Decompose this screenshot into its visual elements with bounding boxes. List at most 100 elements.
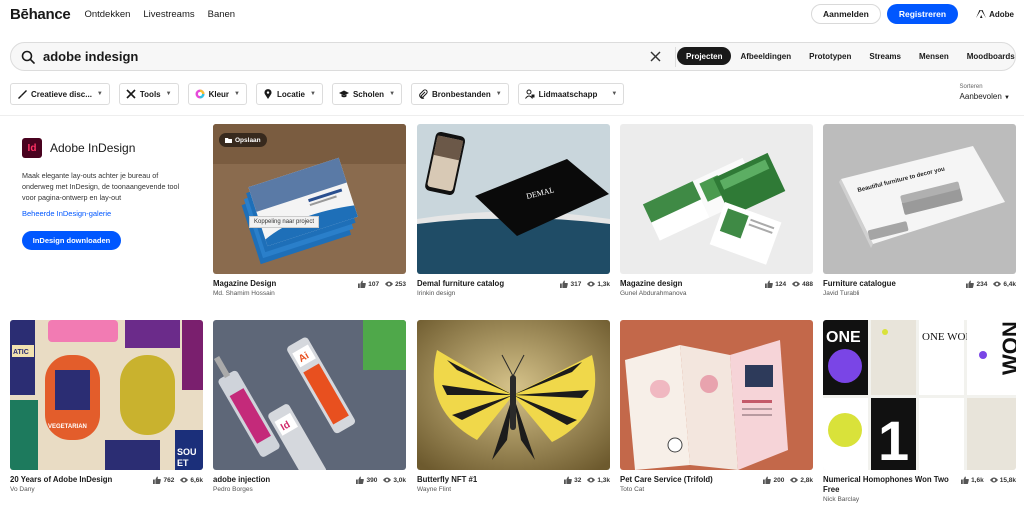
project-card[interactable]: Ai Id adobe injection Pedro Borges 390 3… [213,320,406,499]
view-count: 15,8k [999,476,1016,484]
top-nav: Bēhance Ontdekken Livestreams Banen Aanm… [0,0,1024,28]
project-title[interactable]: adobe injection [213,475,343,485]
chevron-down-icon: ▼ [310,91,316,97]
thumbs-up-icon [560,280,569,288]
download-indesign-button[interactable]: InDesign downloaden [22,231,121,250]
project-owner[interactable]: Javid Turabli [823,290,1016,297]
nav-link-livestreams[interactable]: Livestreams [143,9,194,20]
project-title[interactable]: Magazine design [620,279,750,289]
butterfly-image [417,320,610,470]
card-meta: Magazine Design Md. Shamim Hossain 107 2… [213,279,406,303]
project-title[interactable]: Furniture catalogue [823,279,953,289]
project-card[interactable]: ATIC VEGETARIAN SOU ET 20 Years of Adobe… [10,320,203,499]
project-title[interactable]: Numerical Homophones Won Two Free [823,475,953,495]
project-thumbnail[interactable] [620,124,813,274]
save-button[interactable]: Opslaan [219,133,267,147]
view-count: 3,0k [393,476,406,484]
eye-icon [180,477,189,483]
filter-bar: Creatieve disc... ▼ Tools ▼ Kleur ▼ Locatie… [10,83,633,105]
like-count: 762 [163,476,175,484]
view-count: 1,3k [597,476,610,484]
chevron-down-icon: ▼ [1004,95,1010,101]
trifold-brochure-image [620,320,813,470]
project-thumbnail[interactable]: ATIC VEGETARIAN SOU ET [10,320,203,470]
behance-logo[interactable]: Bēhance [10,6,71,23]
project-thumbnail[interactable]: DEMAL [417,124,610,274]
eye-icon [989,477,998,483]
card-meta: Butterfly NFT #1 Wayne Flint 32 1,3k [417,475,610,499]
project-card[interactable]: DEMAL Demal furniture catalog Irinkin de… [417,124,610,303]
project-stats: 390 3,0k [350,476,406,484]
thumbs-up-icon [356,476,365,484]
panel-description: Maak elegante lay-outs achter je bureau … [22,171,180,202]
filter-location[interactable]: Locatie ▼ [255,83,323,105]
project-card[interactable]: Beautiful furniture to decor you Furnitu… [823,124,1016,303]
filter-color[interactable]: Kleur ▼ [187,83,247,105]
close-icon[interactable] [649,50,662,63]
thumbnail-text: ATIC [13,349,29,356]
project-owner[interactable]: Gunel Abdurahmanova [620,290,813,297]
project-title[interactable]: Pet Care Service (Trifold) [620,475,750,485]
thumbnail-text: VEGETARIAN [48,424,87,430]
card-meta: Numerical Homophones Won Two Free Nick B… [823,475,1016,503]
filter-label: Locatie [276,89,305,99]
magazine-spread-image [620,124,813,274]
thumbnail-text: WON [998,321,1016,375]
chevron-down-icon: ▼ [234,91,240,97]
svg-text:1: 1 [878,409,909,470]
filter-label: Bronbestanden [432,89,491,99]
adobe-link[interactable]: Adobe [976,10,1014,19]
project-card[interactable]: Magazine design Gunel Abdurahmanova 124 … [620,124,813,303]
project-card[interactable]: ONE ONE WON WON 1 Numerical Homophones W… [823,320,1016,503]
filter-label: Tools [139,89,161,99]
search-input[interactable] [43,49,643,64]
chevron-down-icon: ▼ [389,91,396,97]
sort-dropdown[interactable]: Sorteren Aanbevolen ▼ [960,84,1010,101]
project-owner[interactable]: Toto Cat [620,486,813,493]
tab-streams[interactable]: Streams [860,47,910,65]
color-wheel-icon [195,89,205,99]
filter-schools[interactable]: Scholen ▼ [331,83,403,105]
tab-images[interactable]: Afbeeldingen [731,47,800,65]
project-stats: 234 6,4k [960,280,1016,288]
nav-link-jobs[interactable]: Banen [208,9,235,20]
filter-tools[interactable]: Tools ▼ [118,83,179,105]
project-card[interactable]: Butterfly NFT #1 Wayne Flint 32 1,3k [417,320,610,499]
thumbnail-text: ET [177,458,189,468]
filter-creative-fields[interactable]: Creatieve disc... ▼ [10,83,110,105]
gallery-link[interactable]: Beheerde InDesign-galerie [22,209,202,218]
tab-projects[interactable]: Projecten [677,47,732,65]
project-thumbnail[interactable]: Ai Id [213,320,406,470]
tab-prototypes[interactable]: Prototypen [800,47,860,65]
eye-icon [587,477,596,483]
thumbs-up-icon [966,280,975,288]
project-title[interactable]: Demal furniture catalog [417,279,547,289]
project-card[interactable]: Opslaan Koppeling naar project Magazine … [213,124,406,303]
project-owner[interactable]: Nick Barclay [823,496,1016,503]
project-thumbnail[interactable] [620,320,813,470]
card-meta: Demal furniture catalog Irinkin design 3… [417,279,610,303]
project-thumbnail[interactable]: ONE ONE WON WON 1 [823,320,1016,470]
project-thumbnail[interactable]: Opslaan Koppeling naar project [213,124,406,274]
project-card[interactable]: Pet Care Service (Trifold) Toto Cat 200 … [620,320,813,499]
filter-membership[interactable]: Lidmaatschapp ▼ [517,83,625,105]
register-button[interactable]: Registreren [886,4,959,24]
login-button[interactable]: Aanmelden [811,4,881,24]
project-title[interactable]: Magazine Design [213,279,343,289]
project-thumbnail[interactable] [417,320,610,470]
filter-source-files[interactable]: Bronbestanden ▼ [411,83,509,105]
project-owner[interactable]: Md. Shamim Hossain [213,290,406,297]
project-thumbnail[interactable]: Beautiful furniture to decor you [823,124,1016,274]
project-owner[interactable]: Wayne Flint [417,486,610,493]
nav-link-discover[interactable]: Ontdekken [84,9,130,20]
tab-moodboards[interactable]: Moodboards [958,47,1024,65]
project-owner[interactable]: Pedro Borges [213,486,406,493]
eye-icon [790,477,799,483]
tab-people[interactable]: Mensen [910,47,958,65]
project-owner[interactable]: Irinkin design [417,290,610,297]
project-owner[interactable]: Vo Dany [10,486,203,493]
tools-icon [126,89,136,99]
syringe-image: Ai Id [213,320,406,470]
project-title[interactable]: 20 Years of Adobe InDesign [10,475,140,485]
project-title[interactable]: Butterfly NFT #1 [417,475,547,485]
